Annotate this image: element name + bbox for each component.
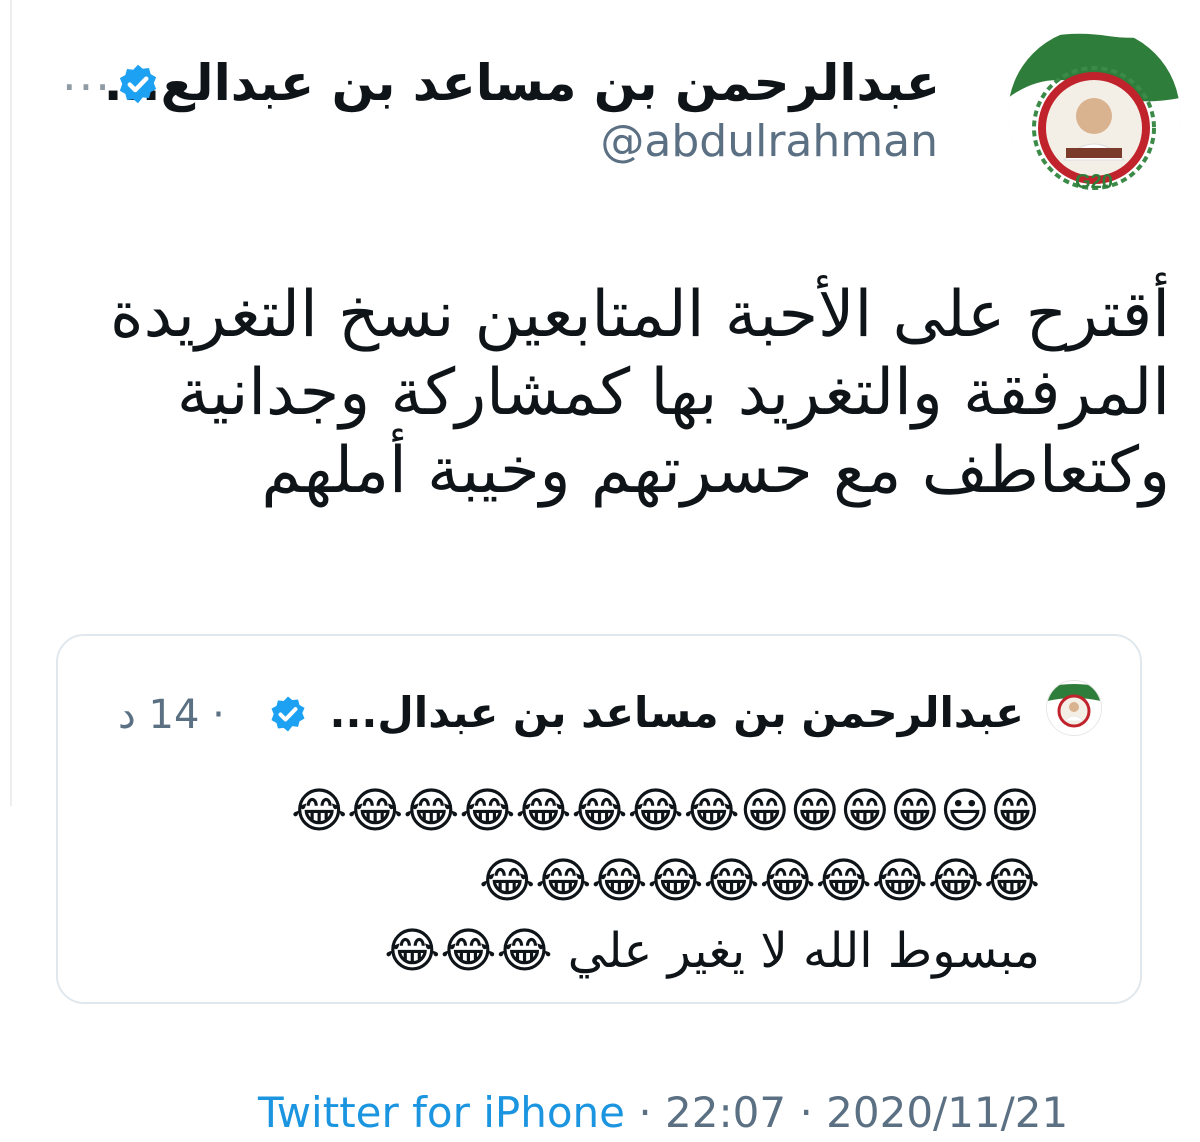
more-horizontal-icon[interactable]: ··· [62, 60, 112, 114]
quoted-author-name[interactable]: عبدالرحمن بن مساعد بن عبدال... [330, 688, 1025, 737]
quoted-tweet-card[interactable]: عبدالرحمن بن مساعد بن عبدال... · 14 د 😁😃… [56, 634, 1142, 1004]
tweet-header: G20 عبدالرحمن بن مساعد بن عبدالع... ··· … [0, 24, 1200, 224]
quoted-timestamp: · 14 د [118, 692, 225, 738]
quoted-avatar-image [1047, 681, 1101, 735]
author-handle[interactable]: @abdulrahman [600, 116, 938, 167]
tweet-text: أقترح على الأحبة المتابعين نسخ التغريدة … [110, 278, 1170, 508]
tweet-time: · 22:07 · [638, 1088, 813, 1137]
tweet-footer: Twitter for iPhone · 22:07 · 2020/11/21 [258, 1088, 1068, 1137]
avatar-image: G20 [1008, 28, 1180, 200]
author-avatar[interactable]: G20 [1008, 28, 1180, 200]
source-link[interactable]: Twitter for iPhone [258, 1088, 625, 1137]
author-display-name[interactable]: عبدالرحمن بن مساعد بن عبدالع... [104, 54, 940, 112]
quoted-author-avatar [1046, 680, 1102, 736]
tweet-date: 2020/11/21 [826, 1088, 1069, 1137]
quoted-verified-badge-icon [271, 696, 305, 732]
quoted-tweet-text: 😁😃😁😁😁😁😂😂😂😂😂😂😂😂 😂😂😂😂😂😂😂😂😂😂 مبسوط الله لا … [291, 783, 1040, 979]
g20-logo-text: G20 [1075, 171, 1113, 193]
verified-badge-icon [119, 64, 157, 104]
